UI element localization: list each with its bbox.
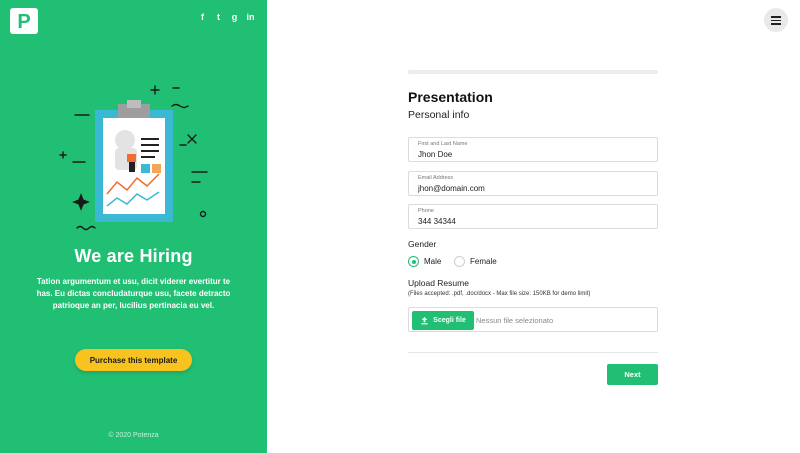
gender-option-label: Female (470, 257, 497, 266)
hiring-description: Tation argumentum et usu, dicit viderer … (36, 277, 231, 310)
form-divider (408, 352, 658, 353)
purchase-template-button[interactable]: Purchase this template (75, 349, 192, 371)
hiring-clipboard-illustration (59, 85, 208, 231)
gender-label: Gender (408, 239, 437, 249)
facebook-icon[interactable]: f (198, 12, 207, 22)
phone-input[interactable] (418, 215, 648, 227)
email-label: Email Address (418, 175, 454, 181)
radio-selected-icon (408, 256, 419, 267)
upload-icon (421, 316, 428, 325)
upload-label: Upload Resume (408, 278, 469, 288)
brand-letter: P (17, 11, 30, 33)
file-upload-field: Scegli file Nessun file selezionato (408, 307, 658, 332)
linkedin-icon[interactable]: in (246, 12, 255, 22)
copyright-text: © 2020 Potenza (108, 432, 159, 439)
email-field: Email Address (408, 171, 658, 196)
choose-file-label: Scegli file (433, 317, 466, 324)
social-links: f t g in (198, 12, 255, 22)
choose-file-button[interactable]: Scegli file (412, 311, 474, 330)
phone-label: Phone (418, 208, 434, 214)
brand-logo-icon[interactable]: P (10, 8, 38, 34)
gender-radio-female[interactable]: Female (454, 256, 497, 267)
hiring-title: We are Hiring (74, 246, 193, 266)
progress-bar (408, 70, 658, 74)
hamburger-icon (771, 16, 781, 18)
name-label: First and Last Name (418, 141, 468, 147)
file-status-text: Nessun file selezionato (476, 316, 554, 325)
name-input[interactable] (418, 148, 648, 160)
gender-radio-male[interactable]: Male (408, 256, 441, 267)
twitter-icon[interactable]: t (214, 12, 223, 22)
menu-button[interactable] (764, 8, 788, 32)
phone-field: Phone (408, 204, 658, 229)
form-title: Presentation (408, 89, 493, 105)
gender-option-label: Male (424, 257, 442, 266)
left-panel: P f t g in We are Hiring Tation argument… (0, 0, 267, 453)
upload-hint: (Files accepted: .pdf, .doc/docx - Max f… (408, 291, 591, 297)
google-plus-icon[interactable]: g (230, 12, 239, 22)
email-input[interactable] (418, 182, 648, 194)
next-button[interactable]: Next (607, 364, 658, 385)
radio-unselected-icon (454, 256, 465, 267)
form-subtitle: Personal info (408, 109, 470, 121)
name-field: First and Last Name (408, 137, 658, 162)
